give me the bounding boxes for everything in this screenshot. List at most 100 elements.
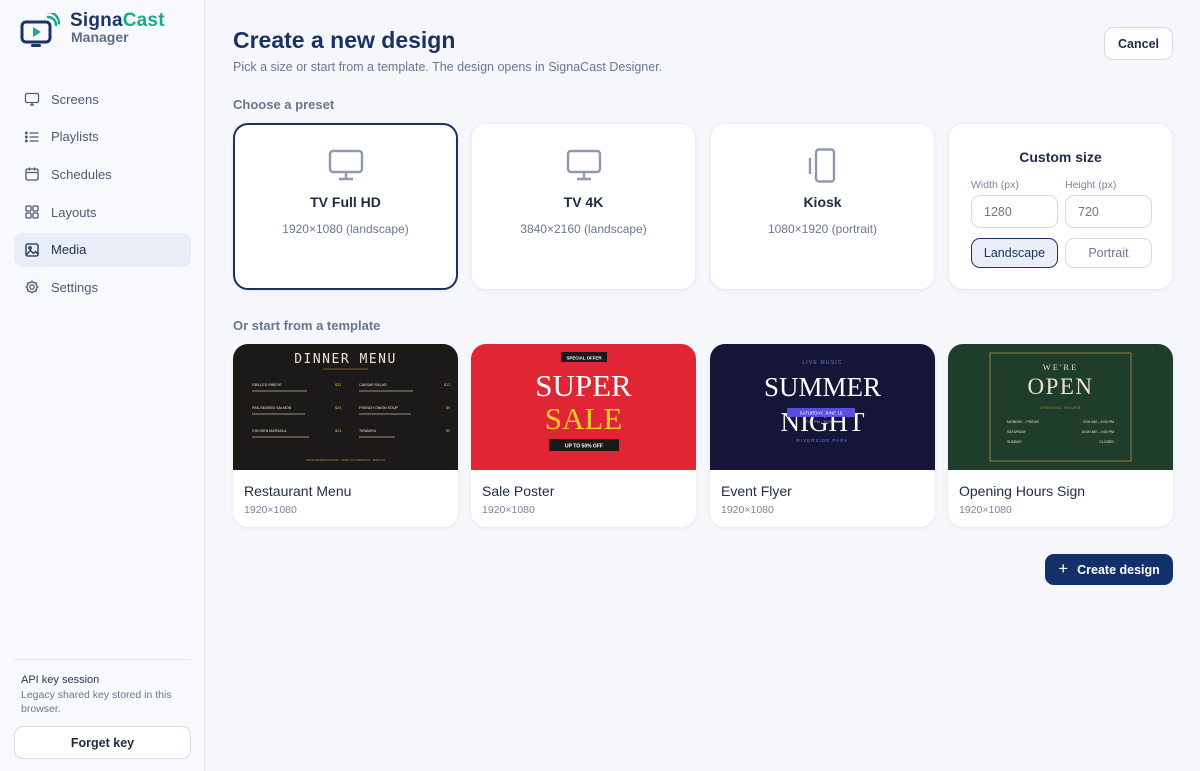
sidebar-item-label: Playlists <box>51 129 99 145</box>
preset-kiosk[interactable]: Kiosk 1080×1920 (portrait) <box>710 123 935 290</box>
menu-preview-price: $32 <box>335 383 341 387</box>
preset-tv-4k[interactable]: TV 4K 3840×2160 (landscape) <box>471 123 696 290</box>
calendar-icon <box>25 167 39 182</box>
flyer-preview-venue: RIVERSIDE PARK <box>796 438 848 443</box>
sidebar: SignaCast Manager Screens Playlists Sche… <box>0 0 205 771</box>
menu-preview-item: CHICKEN MARSALA <box>252 429 287 433</box>
brand-subtitle: Manager <box>71 29 129 45</box>
sidebar-item-label: Media <box>51 242 87 258</box>
sale-preview-line1: SUPER <box>535 368 632 403</box>
template-sale-poster[interactable]: SPECIAL OFFER SUPER SALE UP TO 50% OFF S… <box>471 344 696 527</box>
preset-name: TV 4K <box>563 194 604 210</box>
flyer-preview-time: 7:00 PM · 10:00 PM <box>806 420 840 424</box>
forget-key-button[interactable]: Forget key <box>14 726 191 759</box>
hours-preview-day: SUNDAY <box>1007 440 1022 444</box>
template-thumbnail: DINNER MENU GRILLED RIBEYE PAN-SEARED SA… <box>233 344 458 470</box>
api-key-title: API key session <box>21 674 100 686</box>
image-icon <box>25 243 39 257</box>
hours-preview-hours: 10:00 AM – 4:00 PM <box>1081 430 1114 434</box>
brand-name: SignaCast <box>70 10 165 31</box>
template-thumbnail: SPECIAL OFFER SUPER SALE UP TO 50% OFF <box>471 344 696 470</box>
custom-size-title: Custom size <box>1019 149 1102 165</box>
menu-preview-price: $9 <box>446 429 450 433</box>
list-icon <box>24 131 39 143</box>
template-event-flyer[interactable]: LIVE MUSIC SUMMER NIGHT SATURDAY, JUNE 1… <box>710 344 935 527</box>
page-subtitle: Pick a size or start from a template. Th… <box>233 60 663 74</box>
menu-preview-price: $24 <box>335 429 341 433</box>
monitor-icon <box>566 149 601 181</box>
sidebar-item-label: Screens <box>51 91 99 107</box>
template-name: Event Flyer <box>721 483 792 499</box>
sidebar-item-schedules[interactable]: Schedules <box>14 157 191 191</box>
menu-preview-price: $28 <box>335 406 341 410</box>
hours-preview-kicker: WE'RE <box>1043 362 1079 372</box>
preset-dimensions: 3840×2160 (landscape) <box>520 222 647 236</box>
menu-preview-footer: MAKE RESERVATIONS · OPEN TIL MIDNIGHT · … <box>306 458 385 462</box>
cancel-button[interactable]: Cancel <box>1104 27 1173 60</box>
preset-name: TV Full HD <box>310 194 381 210</box>
menu-preview-price: $9 <box>446 406 450 410</box>
signacast-logo-icon <box>20 13 61 47</box>
preset-tv-full-hd[interactable]: TV Full HD 1920×1080 (landscape) <box>233 123 458 290</box>
template-thumbnail: LIVE MUSIC SUMMER NIGHT SATURDAY, JUNE 1… <box>710 344 935 470</box>
grid-icon <box>25 205 39 219</box>
monitor-icon <box>328 149 363 181</box>
plus-icon: + <box>1058 558 1069 578</box>
landscape-toggle[interactable]: Landscape <box>971 238 1058 268</box>
hours-preview-day: MONDAY – FRIDAY <box>1007 420 1040 424</box>
preset-dimensions: 1920×1080 (landscape) <box>282 222 409 236</box>
preset-name: Kiosk <box>803 194 842 210</box>
create-design-label: Create design <box>1077 562 1160 577</box>
menu-preview-title: DINNER MENU <box>294 352 397 367</box>
template-opening-hours-sign[interactable]: WE'RE OPEN OPENING HOURS MONDAY – FRIDAY… <box>948 344 1173 527</box>
sale-preview-tag: SPECIAL OFFER <box>566 356 602 361</box>
template-name: Restaurant Menu <box>244 483 352 499</box>
custom-size-card: Custom size Width (px) Height (px) Lands… <box>948 123 1173 290</box>
hours-preview-hours: 9:00 AM – 6:00 PM <box>1083 420 1114 424</box>
sidebar-nav: Screens Playlists Schedules Layouts Medi… <box>14 82 191 308</box>
hours-preview-sub: OPENING HOURS <box>1040 406 1081 410</box>
template-dimensions: 1920×1080 <box>244 504 297 516</box>
sidebar-item-layouts[interactable]: Layouts <box>14 195 191 229</box>
flyer-preview-line1: SUMMER <box>764 372 881 402</box>
brand[interactable]: SignaCast Manager <box>20 10 165 49</box>
width-input[interactable] <box>971 195 1058 228</box>
template-dimensions: 1920×1080 <box>721 504 774 516</box>
page-title: Create a new design <box>233 27 456 53</box>
template-restaurant-menu[interactable]: DINNER MENU GRILLED RIBEYE PAN-SEARED SA… <box>233 344 458 527</box>
menu-preview-item: TIRAMISU <box>359 429 377 433</box>
flyer-preview-date: SATURDAY, JUNE 15 <box>800 411 843 416</box>
sidebar-item-media[interactable]: Media <box>14 232 191 267</box>
create-design-button[interactable]: + Create design <box>1045 554 1173 585</box>
flyer-preview: LIVE MUSIC SUMMER NIGHT SATURDAY, JUNE 1… <box>764 360 881 443</box>
sidebar-item-screens[interactable]: Screens <box>14 82 191 116</box>
flyer-preview-kicker: LIVE MUSIC <box>802 360 842 366</box>
hours-preview-hours: CLOSED <box>1099 440 1114 444</box>
template-thumbnail: WE'RE OPEN OPENING HOURS MONDAY – FRIDAY… <box>948 344 1173 470</box>
template-name: Sale Poster <box>482 483 555 499</box>
hours-preview: WE'RE OPEN OPENING HOURS MONDAY – FRIDAY… <box>989 352 1132 462</box>
menu-preview-item: CAESAR SALAD <box>359 383 387 387</box>
sidebar-item-label: Layouts <box>51 204 97 220</box>
sidebar-item-settings[interactable]: Settings <box>14 270 191 304</box>
sidebar-item-label: Schedules <box>51 166 112 182</box>
height-label: Height (px) <box>1065 179 1117 191</box>
menu-preview-item: PAN-SEARED SALMON <box>252 406 292 410</box>
height-input[interactable] <box>1065 195 1152 228</box>
sale-preview-line2: SALE <box>545 401 623 436</box>
sidebar-item-playlists[interactable]: Playlists <box>14 120 191 154</box>
menu-preview-item: FRENCH ONION SOUP <box>359 406 399 410</box>
template-dimensions: 1920×1080 <box>482 504 535 516</box>
api-key-description: Legacy shared key stored in this browser… <box>21 689 172 715</box>
preset-dimensions: 1080×1920 (portrait) <box>767 222 878 236</box>
template-dimensions: 1920×1080 <box>959 504 1012 516</box>
hours-preview-title: OPEN <box>1027 374 1093 399</box>
sale-preview: SPECIAL OFFER SUPER SALE UP TO 50% OFF <box>535 352 632 451</box>
sale-preview-badge: UP TO 50% OFF <box>565 444 603 450</box>
api-key-panel: API key session Legacy shared key stored… <box>14 659 191 759</box>
menu-preview-item: GRILLED RIBEYE <box>252 383 282 387</box>
hours-preview-day: SATURDAY <box>1007 430 1027 434</box>
gear-icon <box>25 280 39 294</box>
portrait-toggle[interactable]: Portrait <box>1065 238 1152 268</box>
width-label: Width (px) <box>971 179 1019 191</box>
